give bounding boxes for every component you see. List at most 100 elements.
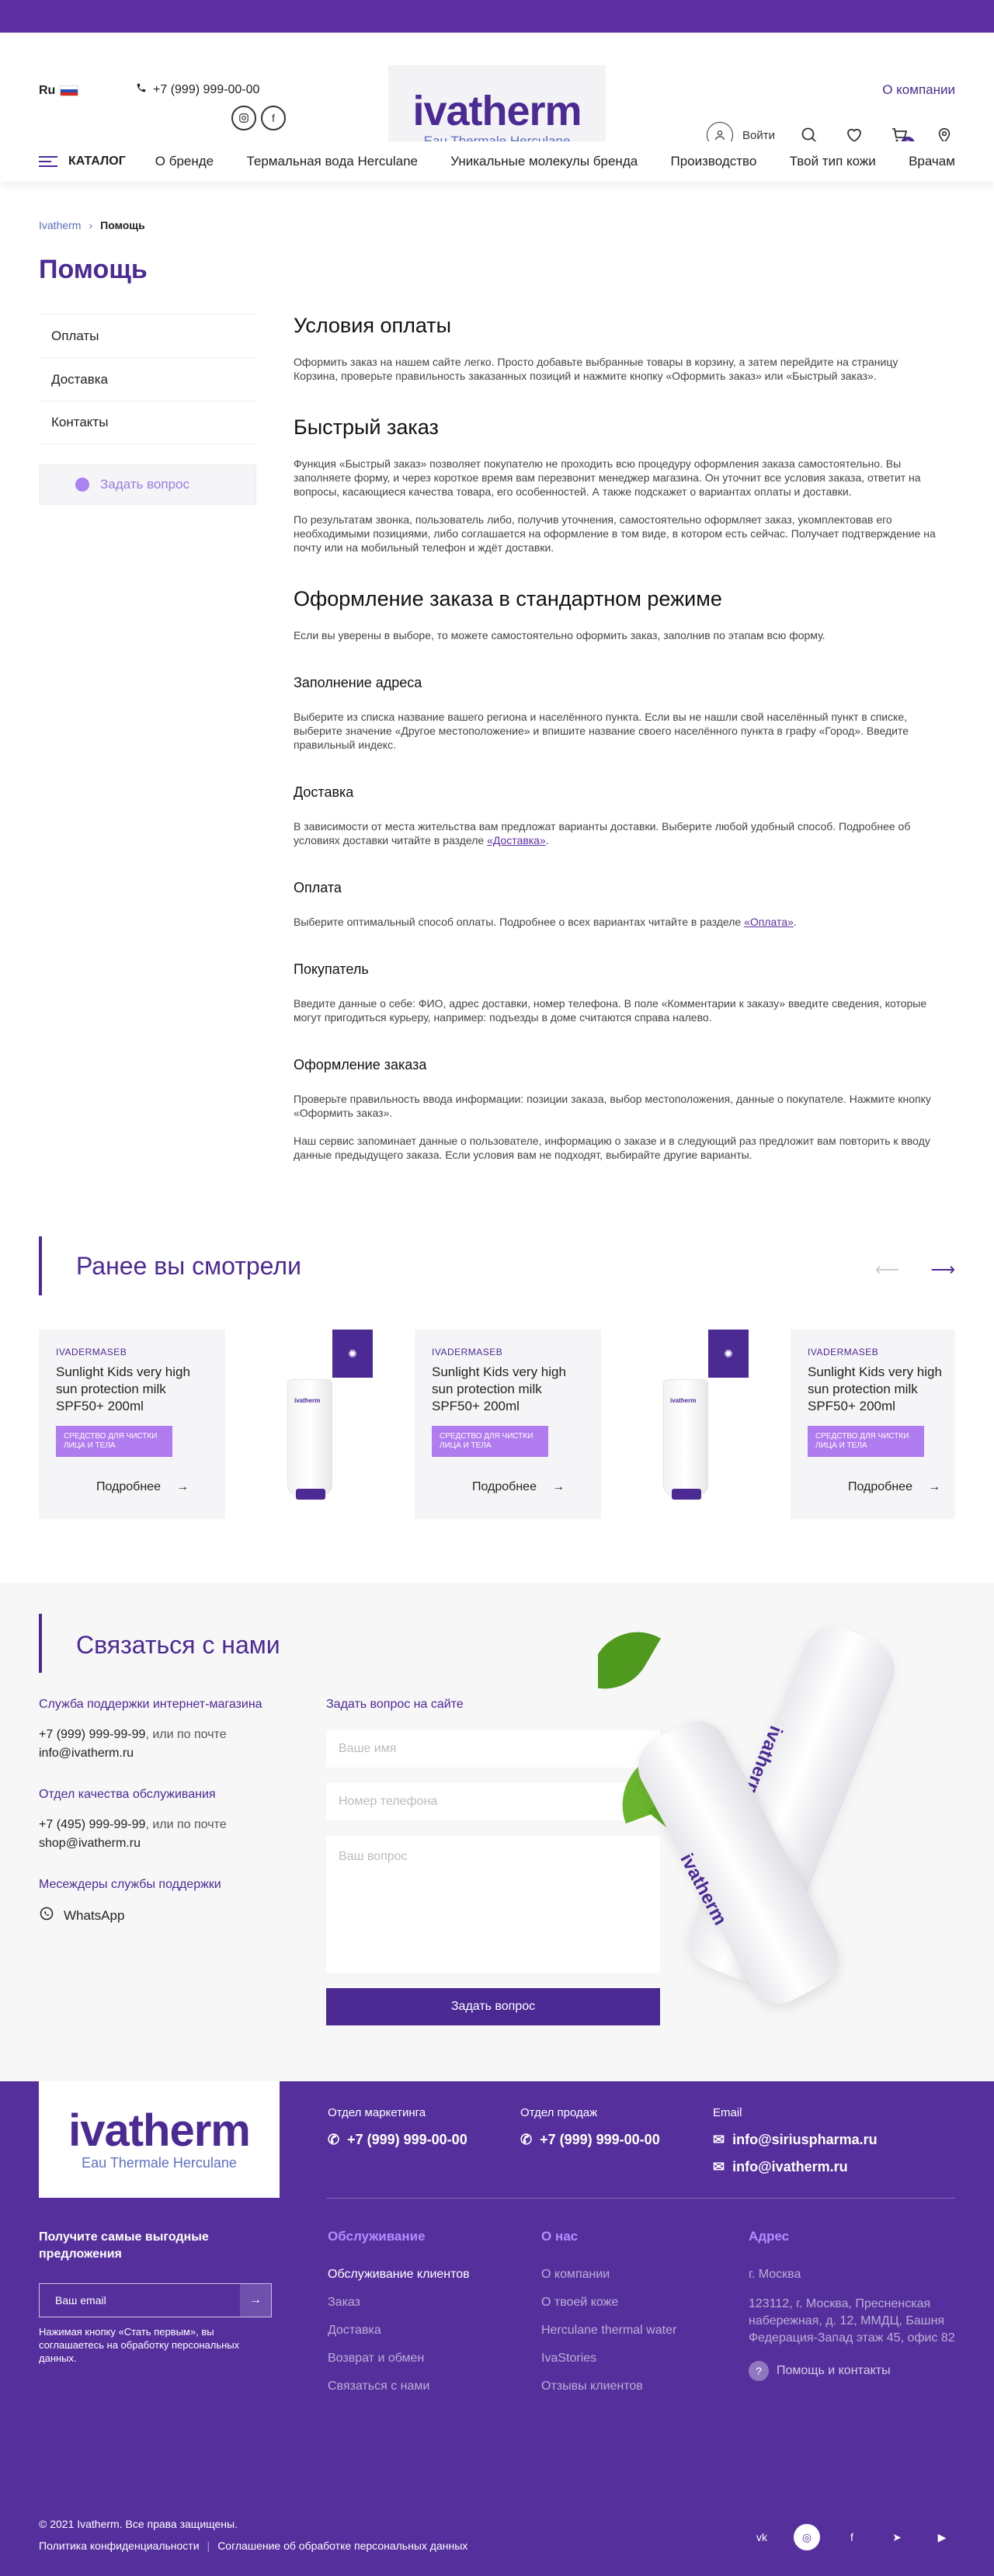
instagram-icon[interactable]: ◎ [794,2524,820,2550]
product-image[interactable]: ✺ ivatherm [601,1330,749,1519]
footer-link[interactable]: О компании [541,2268,676,2282]
email-label: Email [713,2106,742,2119]
email-contact: Email ✉ info@siriuspharma.ru ✉ info@ivathe… [713,2106,878,2186]
whatsapp-link[interactable]: WhatsApp [39,1906,287,1925]
nav-item-production[interactable]: Производство [671,154,757,169]
subsection-title: Оформление заказа [294,1057,427,1072]
phone-icon [136,82,147,97]
facebook-icon[interactable]: f [261,106,286,130]
contact-title: Связаться с нами [76,1631,280,1659]
product-brand: IVADERMASEB [432,1347,503,1358]
recently-viewed-header: Ранее вы смотрели ⟵ ⟶ [39,1236,955,1295]
product-name: Sunlight Kids very high sun protection m… [56,1364,190,1413]
language-switcher[interactable]: Ru [39,84,79,98]
header-phone-number: +7 (999) 999-00-00 [153,82,260,96]
vk-icon[interactable]: vk [749,2524,775,2550]
section-delivery: Доставка В зависимости от места жительст… [294,784,938,847]
sidebar-item-payment[interactable]: Оплаты [39,314,256,357]
tube-label: ivatherm [294,1397,321,1404]
footer-socials: vk ◎ f ➤ ▶ [749,2524,955,2550]
nav-item-skin-type[interactable]: Твой тип кожи [790,154,876,169]
support-contacts: +7 (999) 999-99-99, или по почте [39,1726,287,1744]
arrow-left-icon[interactable]: ⟵ [875,1260,900,1280]
ask-question-sidebar-button[interactable]: Задать вопрос [39,464,256,505]
quality-title: Отдел качества обслуживания [39,1788,216,1801]
email-address: info@ivatherm.ru [732,2159,848,2174]
top-accent-bar [0,0,994,33]
arrow-right-icon: → [176,1480,189,1493]
footer-link[interactable]: Заказ [328,2296,470,2310]
messengers-title: Месеждеры службы поддержки [39,1878,221,1891]
product-more-link[interactable]: Подробнее → [848,1480,940,1494]
product-more-link[interactable]: Подробнее → [472,1480,565,1494]
nav-item-thermal-water[interactable]: Термальная вода Herculane [246,154,418,169]
quality-phone[interactable]: +7 (495) 999-99-99 [39,1818,145,1831]
footer-logo[interactable]: ivatherm Eau Thermale Herculane [39,2081,280,2198]
support-email[interactable]: info@ivatherm.ru [39,1747,134,1760]
catalog-label: КАТАЛОГ [68,155,126,168]
product-card[interactable]: IVADERMASEB Sunlight Kids very high sun … [39,1330,225,1519]
product-tube: ivatherm [287,1379,332,1500]
instagram-icon[interactable] [231,106,256,130]
product-decoration-image: ivatherm ivatherm [598,1606,994,2041]
recently-viewed-title: Ранее вы смотрели [76,1252,301,1280]
payment-link[interactable]: «Оплата» [744,916,794,928]
telegram-icon[interactable]: ➤ [884,2524,910,2550]
footer-link[interactable]: О твоей коже [541,2296,676,2310]
nav-item-brand[interactable]: О бренде [155,154,214,169]
header-socials: f [231,106,286,130]
product-name: Sunlight Kids very high sun protection m… [432,1364,566,1413]
catalog-menu-button[interactable]: КАТАЛОГ [39,155,126,169]
sidebar-item-delivery[interactable]: Доставка [39,357,256,401]
nav-item-doctors[interactable]: Врачам [909,154,955,169]
newsletter-submit-arrow-icon[interactable]: → [240,2284,271,2317]
sidebar-item-contacts[interactable]: Контакты [39,401,256,444]
marketing-label: Отдел маркетинга [328,2106,426,2119]
header-phone[interactable]: +7 (999) 999-00-00 [136,82,259,97]
section-text: По результатам звонка, пользователь либо… [294,513,936,554]
marketing-phone-link[interactable]: ✆ +7 (999) 999-00-00 [328,2132,467,2148]
sales-phone-link[interactable]: ✆ +7 (999) 999-00-00 [520,2132,660,2148]
footer-link[interactable]: Herculane thermal water [541,2324,676,2338]
quality-email[interactable]: shop@ivatherm.ru [39,1837,141,1850]
footer-link[interactable]: Возврат и обмен [328,2352,470,2366]
footer-link[interactable]: Отзывы клиентов [541,2380,676,2393]
help-contacts-link[interactable]: ? Помощь и контакты [749,2361,955,2381]
footer-link[interactable]: IvaStories [541,2352,676,2366]
footer-menu-about: О нас О компании О твоей коже Herculane … [541,2229,676,2407]
mail-icon: ✉ [713,2132,725,2147]
more-label: Подробнее [848,1480,912,1493]
section-text: Если вы уверены в выборе, то можете само… [294,629,825,641]
main-nav: КАТАЛОГ О бренде Термальная вода Hercula… [0,141,994,182]
whatsapp-icon [39,1906,54,1925]
youtube-icon[interactable]: ▶ [929,2524,955,2550]
breadcrumb-home[interactable]: Ivatherm [39,219,81,231]
support-phone[interactable]: +7 (999) 999-99-99 [39,1728,145,1741]
facebook-icon[interactable]: f [839,2524,865,2550]
data-consent-link[interactable]: Соглашение об обработке персональных дан… [217,2539,467,2552]
section-payment: Оплата Выберите оптимальный способ оплат… [294,880,938,929]
product-card[interactable]: IVADERMASEB Sunlight Kids very high sun … [415,1330,601,1519]
section-order-checkout: Оформление заказа Проверьте правильность… [294,1057,938,1162]
product-more-link[interactable]: Подробнее → [96,1480,189,1494]
recently-viewed-carousel: IVADERMASEB Sunlight Kids very high sun … [39,1330,955,1519]
breadcrumb-current: Помощь [100,219,145,231]
delivery-link[interactable]: «Доставка» [487,834,546,846]
arrow-right-icon[interactable]: ⟶ [930,1260,955,1280]
subsection-title: Заполнение адреса [294,675,422,690]
support-email-line: info@ivatherm.ru [39,1744,287,1763]
privacy-policy-link[interactable]: Политика конфиденциальности [39,2539,200,2552]
footer-link[interactable]: Связаться с нами [328,2380,470,2393]
about-company-link[interactable]: О компании [882,82,955,98]
section-title: Оформление заказа в стандартном режиме [294,587,722,610]
product-image[interactable]: ✺ ivatherm [225,1330,373,1519]
email-link[interactable]: ✉ info@ivatherm.ru [713,2159,878,2175]
russian-flag-icon [60,85,79,96]
product-card[interactable]: IVADERMASEB Sunlight Kids very high sun … [791,1330,955,1519]
footer-link[interactable]: Доставка [328,2324,470,2338]
newsletter-email-input[interactable]: Ваш email [40,2284,240,2317]
footer-link[interactable]: Обслуживание клиентов [328,2268,470,2282]
arrow-right-icon: → [551,1480,565,1493]
nav-item-molecules[interactable]: Уникальные молекулы бренда [450,154,638,169]
email-link[interactable]: ✉ info@siriuspharma.ru [713,2132,878,2148]
